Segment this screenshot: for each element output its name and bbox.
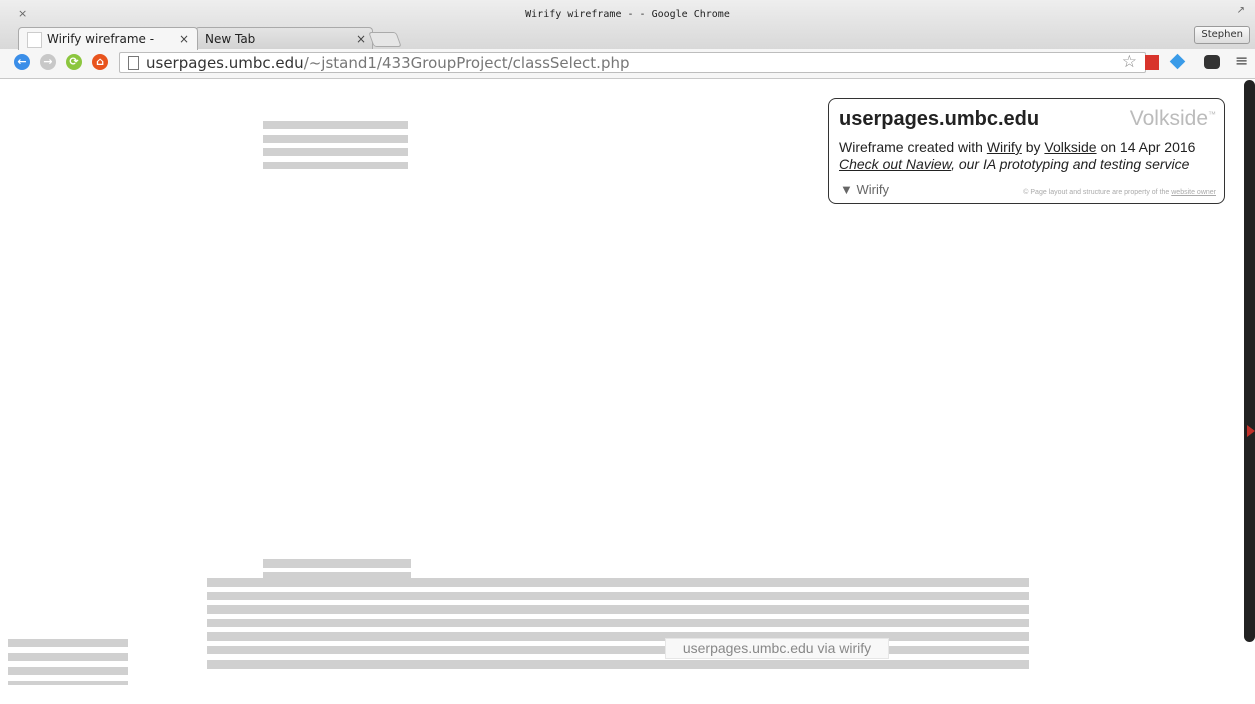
wirify-info-panel: userpages.umbc.edu Volkside™ Wireframe c…	[828, 98, 1225, 204]
browser-title-bar: × Wirify wireframe - - Google Chrome ↗ S…	[0, 0, 1255, 50]
placeholder-text-bar	[263, 148, 408, 156]
mask-ext-icon[interactable]	[1204, 55, 1220, 69]
diamond-ext-icon[interactable]	[1169, 53, 1186, 70]
page-favicon-icon	[27, 32, 42, 48]
forward-icon[interactable]: →	[40, 54, 56, 70]
wirify-link[interactable]: Wirify	[987, 139, 1022, 155]
url-text: userpages.umbc.edu/~jstand1/433GroupProj…	[146, 54, 630, 72]
browser-toolbar: ← → ⟳ ⌂ userpages.umbc.edu/~jstand1/433G…	[0, 49, 1255, 79]
tab-label: New Tab	[205, 32, 256, 46]
tab-label: Wirify wireframe -	[47, 32, 155, 46]
website-owner-link[interactable]: website owner	[1171, 189, 1216, 196]
placeholder-text-bar	[263, 135, 408, 143]
placeholder-text-bar	[207, 578, 1029, 587]
scrollbar-thumb[interactable]	[1244, 80, 1255, 642]
promo-text: , our IA prototyping and testing service	[951, 156, 1190, 172]
address-bar[interactable]: userpages.umbc.edu/~jstand1/433GroupProj…	[119, 52, 1146, 73]
bookmark-ext-icon[interactable]	[1145, 55, 1159, 70]
placeholder-text-bar	[8, 681, 128, 685]
credit-text: by	[1021, 139, 1045, 155]
menu-icon[interactable]: ≡	[1235, 51, 1248, 70]
volkside-logo[interactable]: Volkside™	[1130, 107, 1216, 131]
reload-icon[interactable]: ⟳	[66, 54, 82, 70]
trademark-mark: ™	[1208, 110, 1216, 119]
volkside-logo-text: Volkside	[1129, 107, 1208, 130]
overlay-credit-line: Wireframe created with Wirify by Volksid…	[839, 139, 1195, 155]
placeholder-text-bar	[263, 162, 408, 169]
overlay-promo-line: Check out Naview, our IA prototyping and…	[839, 156, 1189, 172]
placeholder-text-bar	[207, 619, 1029, 627]
placeholder-text-bar	[8, 653, 128, 661]
tab-close-icon[interactable]: ×	[356, 32, 366, 46]
star-icon[interactable]: ☆	[1122, 52, 1137, 72]
page-icon	[128, 56, 139, 70]
placeholder-text-bar	[207, 592, 1029, 600]
tab-wirify-wireframe[interactable]: Wirify wireframe - ×	[18, 27, 198, 50]
placeholder-text-bar	[207, 632, 1029, 641]
placeholder-text-bar	[207, 660, 1029, 669]
copyright-text: © Page layout and structure are property…	[1023, 189, 1172, 196]
home-icon[interactable]: ⌂	[92, 54, 108, 70]
placeholder-text-bar	[207, 605, 1029, 614]
profile-button[interactable]: Stephen	[1194, 26, 1250, 44]
wirify-toggle[interactable]: ▼ Wirify	[840, 182, 889, 197]
overlay-site-title: userpages.umbc.edu	[839, 108, 1040, 130]
placeholder-text-bar	[207, 646, 1029, 654]
volkside-link[interactable]: Volkside	[1044, 139, 1096, 155]
back-icon[interactable]: ←	[14, 54, 30, 70]
placeholder-text-bar	[263, 121, 408, 129]
credit-date-text: on 14 Apr 2016	[1096, 139, 1196, 155]
naview-link[interactable]: Check out Naview	[839, 156, 951, 172]
tab-new-tab[interactable]: New Tab ×	[195, 27, 373, 50]
via-wirify-label: userpages.umbc.edu via wirify	[665, 638, 889, 659]
overlay-copyright: © Page layout and structure are property…	[1023, 189, 1216, 196]
scroll-marker-icon	[1247, 425, 1255, 437]
placeholder-text-bar	[8, 667, 128, 675]
url-host: userpages.umbc.edu	[146, 54, 304, 72]
url-path: /~jstand1/433GroupProject/classSelect.ph…	[303, 54, 630, 72]
tab-close-icon[interactable]: ×	[179, 32, 189, 46]
credit-text: Wireframe created with	[839, 139, 987, 155]
window-maximize-icon[interactable]: ↗	[1237, 5, 1245, 16]
placeholder-text-bar	[263, 559, 411, 568]
window-title: Wirify wireframe - - Google Chrome	[525, 9, 730, 20]
placeholder-text-bar	[8, 639, 128, 647]
new-tab-button[interactable]	[368, 32, 402, 47]
